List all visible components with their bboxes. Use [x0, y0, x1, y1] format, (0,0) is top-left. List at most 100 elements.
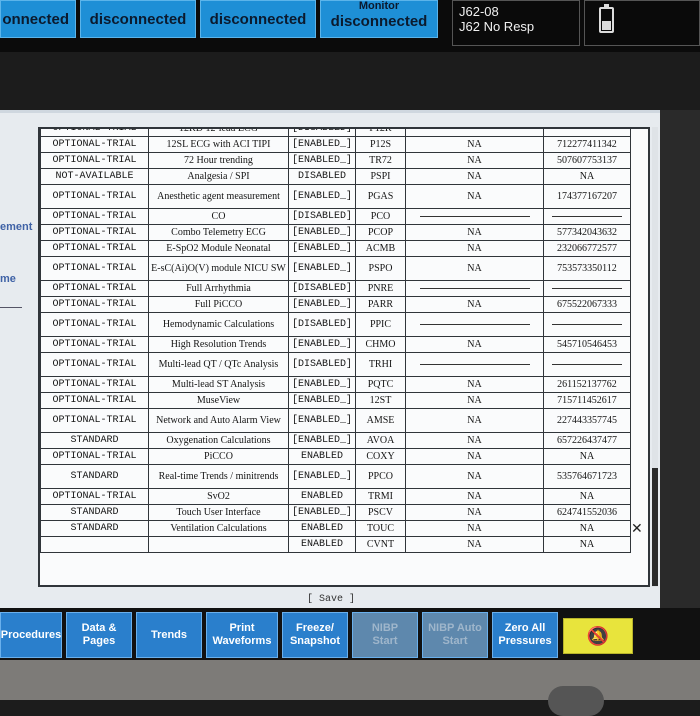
left-menu-item[interactable]: me — [0, 273, 16, 285]
option-enabled-cell[interactable]: DISABLED — [288, 168, 356, 185]
option-status-cell — [40, 536, 149, 553]
option-enabled-cell[interactable]: [DISABLED] — [288, 312, 356, 337]
option-na-cell: NA — [405, 504, 544, 521]
table-row: OPTIONAL-TRIAL High Resolution Trends [ENA… — [40, 336, 631, 353]
option-code-cell: PPCO — [355, 464, 406, 489]
alarm-silence-button[interactable]: 🔕 — [563, 618, 633, 654]
option-status-cell: OPTIONAL-TRIAL — [40, 240, 149, 257]
table-row: STANDARD Oxygenation Calculations [ENABLED… — [40, 432, 631, 449]
option-enabled-cell[interactable]: [ENABLED_] — [288, 504, 356, 521]
parameter-status-button-2[interactable]: disconnected — [80, 0, 196, 38]
option-na-cell — [405, 208, 544, 225]
option-serial-cell: 577342043632 — [543, 224, 631, 241]
option-name-cell: Combo Telemetry ECG — [148, 224, 289, 241]
option-status-cell: OPTIONAL-TRIAL — [40, 448, 149, 465]
option-status-cell: STANDARD — [40, 432, 149, 449]
option-serial-cell: NA — [543, 536, 631, 553]
option-serial-cell: 261152137762 — [543, 376, 631, 393]
option-enabled-cell[interactable]: [ENABLED_] — [288, 376, 356, 393]
close-icon[interactable]: ✕ — [631, 520, 643, 537]
data-pages-button[interactable]: Data & Pages — [66, 612, 132, 658]
option-code-cell: AVOA — [355, 432, 406, 449]
option-serial-cell: 657226437477 — [543, 432, 631, 449]
option-enabled-cell[interactable]: [DISABLED] — [288, 352, 356, 377]
option-name-cell: Multi-lead QT / QTc Analysis — [148, 352, 289, 377]
option-enabled-cell[interactable]: [ENABLED_] — [288, 296, 356, 313]
option-enabled-cell[interactable]: ENABLED — [288, 536, 356, 553]
option-enabled-cell[interactable]: ENABLED — [288, 448, 356, 465]
option-na-cell: NA — [405, 240, 544, 257]
option-status-cell: OPTIONAL-TRIAL — [40, 312, 149, 337]
option-name-cell: SvO2 — [148, 488, 289, 505]
freeze-snapshot-button[interactable]: Freeze/ Snapshot — [282, 612, 348, 658]
option-code-cell: TR72 — [355, 152, 406, 169]
monitor-status-button[interactable]: Monitor disconnected — [320, 0, 438, 38]
option-serial-cell: 535764671723 — [543, 464, 631, 489]
option-code-cell: PARR — [355, 296, 406, 313]
option-na-cell: NA — [405, 520, 544, 537]
scrollbar-thumb[interactable] — [652, 468, 658, 586]
option-enabled-cell[interactable]: [DISABLED] — [288, 208, 356, 225]
option-enabled-cell[interactable]: [ENABLED_] — [288, 152, 356, 169]
option-serial-cell: NA — [543, 520, 631, 537]
option-enabled-cell[interactable]: [ENABLED_] — [288, 408, 356, 433]
table-row: OPTIONAL-TRIAL Multi-lead ST Analysis [ENA… — [40, 376, 631, 393]
option-serial-cell: 675522067333 — [543, 296, 631, 313]
trim-knob[interactable] — [548, 686, 604, 716]
trends-button[interactable]: Trends — [136, 612, 202, 658]
option-code-cell: PSCV — [355, 504, 406, 521]
blank-rule — [552, 364, 622, 366]
option-status-cell: STANDARD — [40, 520, 149, 537]
option-name-cell: 12SL ECG with ACI TIPI — [148, 136, 289, 153]
parameter-status-button-1[interactable]: onnected — [0, 0, 76, 38]
option-enabled-cell[interactable]: ENABLED — [288, 520, 356, 537]
option-na-cell: NA — [405, 136, 544, 153]
option-serial-cell — [543, 129, 631, 137]
option-serial-cell: 227443357745 — [543, 408, 631, 433]
table-row: OPTIONAL-TRIAL Anesthetic agent measureme… — [40, 184, 631, 209]
option-enabled-cell[interactable]: [ENABLED_] — [288, 240, 356, 257]
table-row: OPTIONAL-TRIAL SvO2 ENABLED TRMI NA NA — [40, 488, 631, 505]
option-enabled-cell[interactable]: [DISABLED] — [288, 129, 356, 137]
option-enabled-cell[interactable]: [ENABLED_] — [288, 256, 356, 281]
nibp-auto-start-button[interactable]: NIBP Auto Start — [422, 612, 488, 658]
alarm-line-1: J62-08 — [459, 4, 499, 19]
left-menu-item[interactable]: ement — [0, 221, 32, 233]
option-na-cell: NA — [405, 392, 544, 409]
option-enabled-cell[interactable]: [ENABLED_] — [288, 464, 356, 489]
option-status-cell: OPTIONAL-TRIAL — [40, 256, 149, 281]
blank-rule — [419, 324, 530, 326]
alarm-message-box[interactable]: J62-08 J62 No Resp — [452, 0, 580, 46]
option-na-cell: NA — [405, 184, 544, 209]
option-na-cell: NA — [405, 224, 544, 241]
option-name-cell: Touch User Interface — [148, 504, 289, 521]
table-row: OPTIONAL-TRIAL E-sC(Ai)O(V) module NICU S… — [40, 256, 631, 281]
option-enabled-cell[interactable]: [ENABLED_] — [288, 392, 356, 409]
option-status-cell: OPTIONAL-TRIAL — [40, 392, 149, 409]
procedures-button[interactable]: Procedures — [0, 612, 62, 658]
table-row: OPTIONAL-TRIAL 72 Hour trending [ENABLED_]… — [40, 152, 631, 169]
option-name-cell: Real-time Trends / minitrends — [148, 464, 289, 489]
option-enabled-cell[interactable]: [ENABLED_] — [288, 336, 356, 353]
option-na-cell: NA — [405, 408, 544, 433]
save-button[interactable]: [ Save ] — [300, 591, 362, 607]
monitor-label: Monitor — [358, 0, 400, 12]
option-status-cell: STANDARD — [40, 504, 149, 521]
option-enabled-cell[interactable]: [ENABLED_] — [288, 184, 356, 209]
zero-all-pressures-button[interactable]: Zero All Pressures — [492, 612, 558, 658]
option-na-cell — [405, 280, 544, 297]
option-enabled-cell[interactable]: [ENABLED_] — [288, 136, 356, 153]
option-status-cell: OPTIONAL-TRIAL — [40, 488, 149, 505]
option-name-cell: Multi-lead ST Analysis — [148, 376, 289, 393]
option-code-cell: PNRE — [355, 280, 406, 297]
nibp-start-button[interactable]: NIBP Start — [352, 612, 418, 658]
option-enabled-cell[interactable]: [ENABLED_] — [288, 224, 356, 241]
parameter-status-button-3[interactable]: disconnected — [200, 0, 316, 38]
table-row: STANDARD Real-time Trends / minitrends [EN… — [40, 464, 631, 489]
option-enabled-cell[interactable]: ENABLED — [288, 488, 356, 505]
option-serial-cell: NA — [543, 168, 631, 185]
option-enabled-cell[interactable]: [DISABLED] — [288, 280, 356, 297]
option-enabled-cell[interactable]: [ENABLED_] — [288, 432, 356, 449]
table-row: OPTIONAL-TRIAL 12RD 12-lead ECG [DISABLED]… — [40, 129, 631, 137]
print-waveforms-button[interactable]: Print Waveforms — [206, 612, 278, 658]
